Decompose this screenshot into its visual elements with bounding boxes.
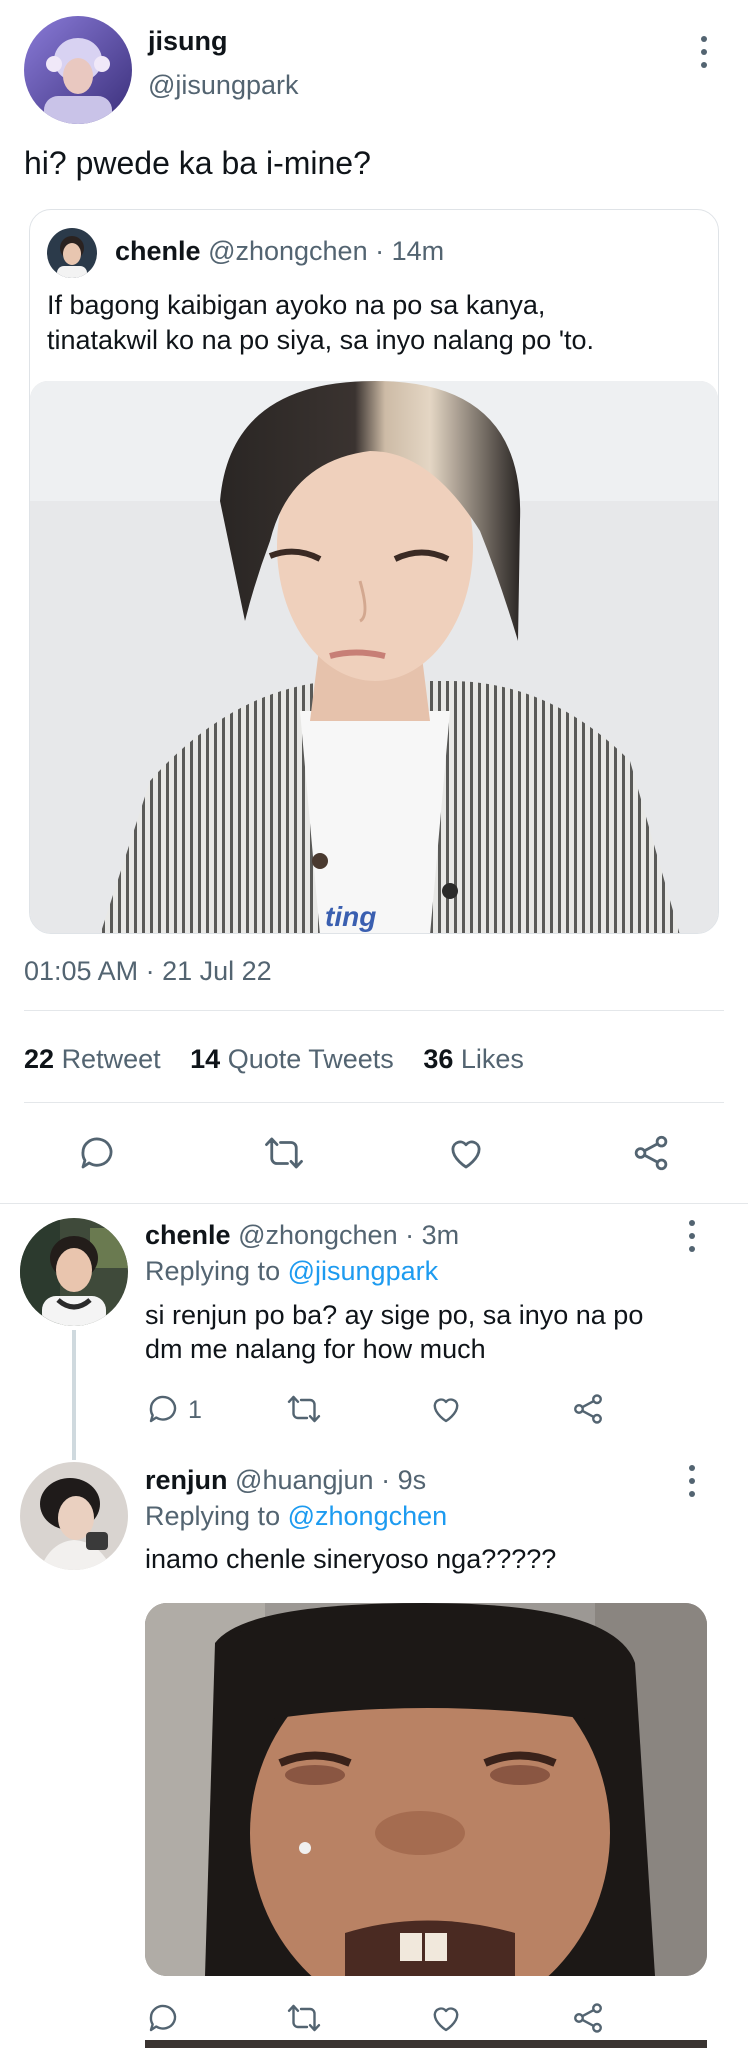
reply-icon[interactable] (76, 1132, 118, 1174)
reply1-text-line2: dm me nalang for how much (145, 1334, 486, 1364)
retweet-icon[interactable] (261, 1132, 307, 1174)
retweet-icon[interactable] (284, 2000, 324, 2036)
share-icon[interactable] (570, 2000, 606, 2036)
quoted-photo[interactable]: ting (30, 381, 718, 933)
retweets-count: 22 (24, 1044, 55, 1074)
reply1-replying: Replying to @jisungpark (145, 1256, 438, 1287)
quotes-count: 14 (190, 1044, 221, 1074)
reply2-text: inamo chenle sineryoso nga????? (145, 1544, 557, 1574)
retweets-stat[interactable]: 22 Retweet (24, 1044, 168, 1074)
reply2-photo[interactable] (145, 1603, 707, 1976)
quoted-display-name[interactable]: chenle (115, 236, 201, 266)
reply1-replying-to[interactable]: @jisungpark (288, 1256, 438, 1286)
retweet-icon[interactable] (284, 1391, 324, 1427)
reply2-time: · 9s (381, 1465, 427, 1495)
likes-stat[interactable]: 36 Likes (423, 1044, 524, 1074)
reply2-display-name[interactable]: renjun (145, 1465, 228, 1495)
reply2-replying: Replying to @zhongchen (145, 1501, 447, 1532)
quoted-text-line1: If bagong kaibigan ayoko na po sa kanya, (47, 290, 546, 320)
reply1-time: · 3m (405, 1220, 460, 1250)
svg-text:ting: ting (325, 901, 376, 932)
avatar-jisung[interactable] (24, 16, 132, 124)
main-handle[interactable]: @jisungpark (148, 70, 298, 101)
quoted-tweet-card[interactable]: chenle @zhongchen · 14m If bagong kaibig… (29, 209, 719, 934)
reply1-replying-prefix: Replying to (145, 1256, 281, 1286)
more-vertical-icon[interactable] (682, 1216, 702, 1256)
avatar-chenle[interactable] (20, 1218, 128, 1326)
avatar-chenle-small (47, 228, 97, 278)
section-divider (0, 1203, 748, 1204)
quotes-stat[interactable]: 14 Quote Tweets (190, 1044, 401, 1074)
next-media-edge (145, 2040, 707, 2048)
reply-icon[interactable] (145, 1391, 181, 1427)
quoted-text-line2: tinatakwil ko na po siya, sa inyo nalang… (47, 325, 594, 355)
main-timestamp[interactable]: 01:05 AM · 21 Jul 22 (24, 956, 272, 987)
reply2-handle[interactable]: @huangjun (235, 1465, 374, 1495)
share-icon[interactable] (630, 1132, 672, 1174)
quoted-header: chenle @zhongchen · 14m (115, 236, 444, 267)
quotes-label: Quote Tweets (227, 1044, 394, 1074)
heart-icon[interactable] (428, 2000, 464, 2036)
reply1-handle[interactable]: @zhongchen (238, 1220, 398, 1250)
stats-row: 22 Retweet 14 Quote Tweets 36 Likes (24, 1044, 524, 1075)
likes-count: 36 (423, 1044, 454, 1074)
reply1-header: chenle @zhongchen · 3m (145, 1220, 459, 1251)
reply1-text: si renjun po ba? ay sige po, sa inyo na … (145, 1298, 643, 1366)
more-vertical-icon[interactable] (682, 1461, 702, 1501)
divider-bottom (24, 1102, 724, 1103)
share-icon[interactable] (570, 1391, 606, 1427)
divider-top (24, 1010, 724, 1011)
likes-label: Likes (460, 1044, 524, 1074)
heart-icon[interactable] (428, 1391, 464, 1427)
main-display-name[interactable]: jisung (148, 26, 228, 57)
reply1-text-line1: si renjun po ba? ay sige po, sa inyo na … (145, 1300, 644, 1330)
more-vertical-icon[interactable] (694, 32, 714, 72)
quoted-text: If bagong kaibigan ayoko na po sa kanya,… (47, 288, 594, 358)
reply2-header: renjun @huangjun · 9s (145, 1465, 426, 1496)
reply1-reply-count: 1 (188, 1396, 202, 1424)
reply2-replying-prefix: Replying to (145, 1501, 281, 1531)
reply-icon[interactable] (145, 2000, 181, 2036)
thread-line (72, 1330, 76, 1460)
reply1-display-name[interactable]: chenle (145, 1220, 231, 1250)
avatar-renjun[interactable] (20, 1462, 128, 1570)
heart-icon[interactable] (445, 1132, 487, 1174)
quoted-handle[interactable]: @zhongchen (208, 236, 368, 266)
main-tweet-text: hi? pwede ka ba i-mine? (24, 145, 371, 181)
quoted-time: · 14m (375, 236, 445, 266)
retweets-label: Retweet (61, 1044, 161, 1074)
reply2-replying-to[interactable]: @zhongchen (288, 1501, 448, 1531)
